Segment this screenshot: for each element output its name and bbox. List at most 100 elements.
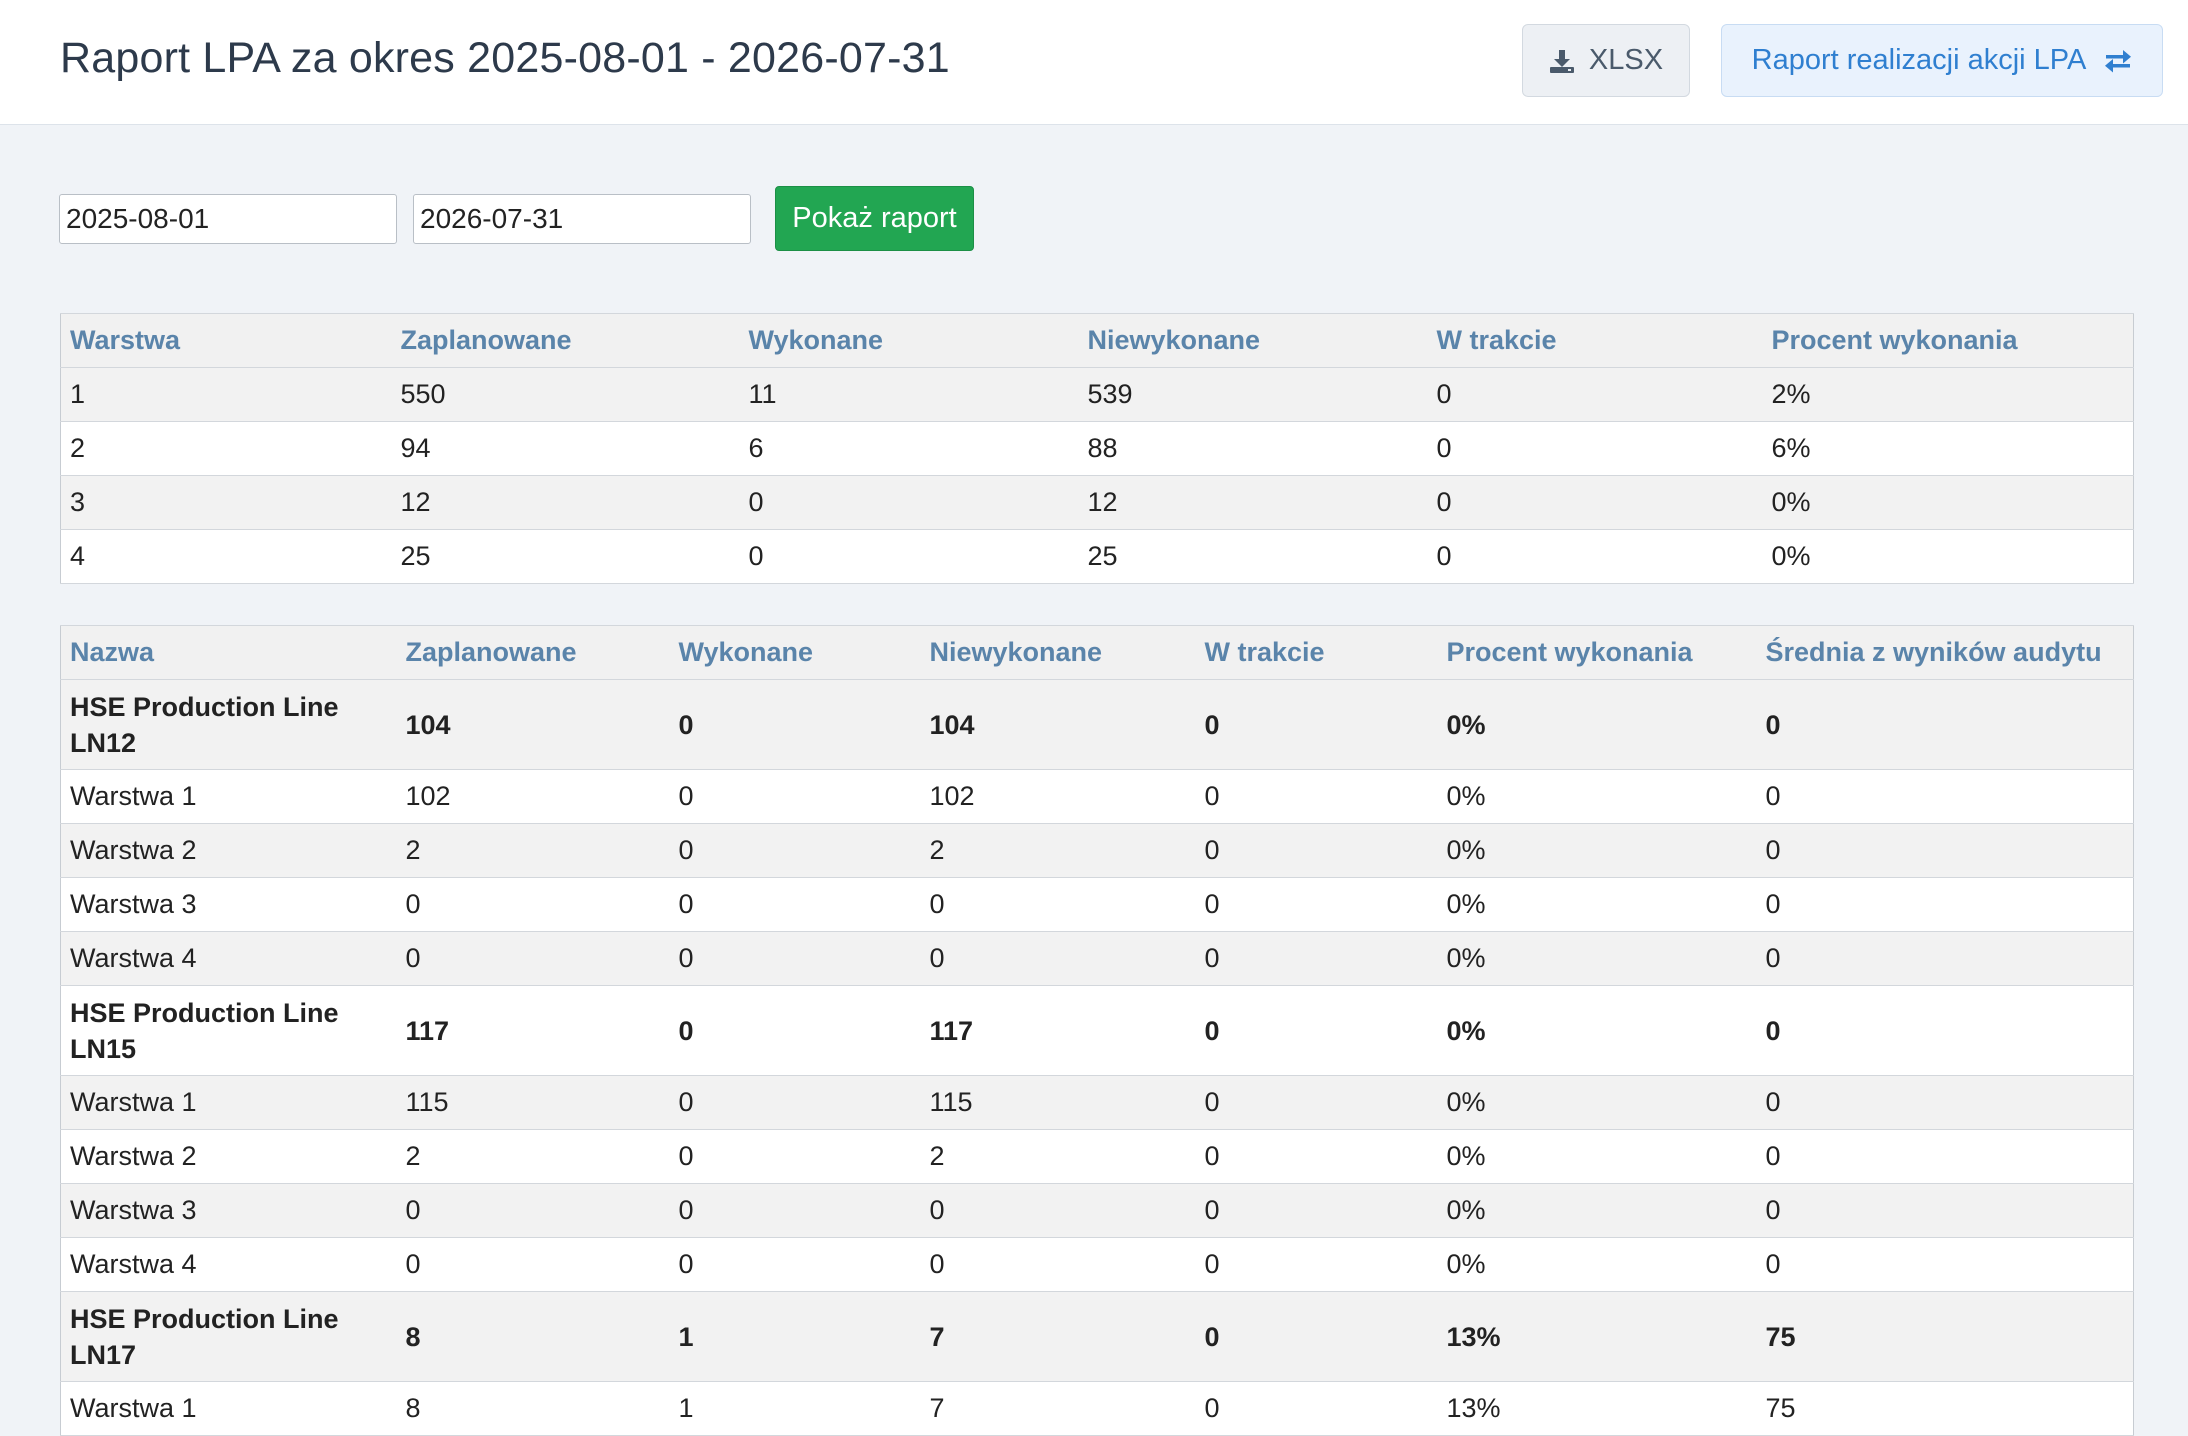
table-cell: 25 — [391, 529, 740, 584]
table-cell: HSE Production Line LN15 — [60, 985, 397, 1076]
table-cell: 0% — [1437, 1237, 1757, 1292]
top-header-bar: Raport LPA za okres 2025-08-01 - 2026-07… — [0, 0, 2188, 125]
table-cell: 0 — [1195, 877, 1438, 932]
table-cell: 117 — [396, 985, 670, 1076]
table-cell: 94 — [391, 421, 740, 476]
table-cell: 0 — [920, 1237, 1196, 1292]
lpa-action-report-label: Raport realizacji akcji LPA — [1751, 44, 2087, 76]
table-cell: 0 — [920, 877, 1196, 932]
table-cell: 0% — [1437, 1183, 1757, 1238]
table-cell: 2 — [396, 1129, 670, 1184]
show-report-button[interactable]: Pokaż raport — [775, 186, 974, 251]
table-cell: 0 — [1756, 877, 2134, 932]
table-cell: 1 — [60, 367, 392, 422]
table-cell: 0 — [669, 679, 921, 770]
table-row: Warstwa 2 2 0 2 0 0% 0 — [60, 823, 2134, 878]
table-cell: 0 — [669, 769, 921, 824]
column-header: Procent wykonania — [1762, 313, 2134, 368]
table-cell: Warstwa 2 — [60, 823, 397, 878]
table-cell: Warstwa 1 — [60, 769, 397, 824]
date-from-input[interactable] — [59, 194, 397, 244]
table-cell: 1 — [669, 1381, 921, 1436]
table-row: Warstwa 1 115 0 115 0 0% 0 — [60, 1075, 2134, 1130]
export-xlsx-button[interactable]: XLSX — [1522, 24, 1690, 97]
date-to-input[interactable] — [413, 194, 751, 244]
table-cell: Warstwa 1 — [60, 1075, 397, 1130]
table-row: Warstwa 1 102 0 102 0 0% 0 — [60, 769, 2134, 824]
table-cell: 12 — [1078, 475, 1428, 530]
column-header: Wykonane — [669, 625, 921, 680]
table-cell: 7 — [920, 1381, 1196, 1436]
column-header: Nazwa — [60, 625, 397, 680]
download-icon — [1549, 48, 1575, 74]
table-cell: 75 — [1756, 1381, 2134, 1436]
group-row: HSE Production Line LN17 8 1 7 0 13% 75 — [60, 1291, 2134, 1382]
table-cell: 0 — [1427, 367, 1763, 422]
table-row: Warstwa 1 8 1 7 0 13% 75 — [60, 1381, 2134, 1436]
table-cell: 0% — [1437, 985, 1757, 1076]
lpa-action-report-button[interactable]: Raport realizacji akcji LPA — [1721, 24, 2163, 97]
table-cell: 0 — [739, 529, 1079, 584]
table-cell: 0 — [1195, 1381, 1438, 1436]
table-cell: 0 — [1195, 931, 1438, 986]
table-row: Warstwa 4 0 0 0 0 0% 0 — [60, 931, 2134, 986]
table-cell: Warstwa 4 — [60, 931, 397, 986]
table-row: 3 12 0 12 0 0% — [60, 475, 2134, 530]
table-cell: 0 — [920, 931, 1196, 986]
swap-arrows-icon — [2104, 49, 2132, 73]
table-cell: 0% — [1437, 1075, 1757, 1130]
table-cell: 13% — [1437, 1291, 1757, 1382]
table-row: Warstwa 4 0 0 0 0 0% 0 — [60, 1237, 2134, 1292]
table-cell: 0% — [1762, 475, 2134, 530]
table-cell: 115 — [396, 1075, 670, 1130]
table-cell: 0 — [669, 823, 921, 878]
table-cell: 2% — [1762, 367, 2134, 422]
table-cell: 0 — [1756, 1129, 2134, 1184]
table-cell: 104 — [396, 679, 670, 770]
table-cell: 0 — [1195, 1183, 1438, 1238]
column-header: W trakcie — [1427, 313, 1763, 368]
table-cell: 25 — [1078, 529, 1428, 584]
table-row: Warstwa 2 2 0 2 0 0% 0 — [60, 1129, 2134, 1184]
column-header: Warstwa — [60, 313, 392, 368]
table-cell: Warstwa 1 — [60, 1381, 397, 1436]
table-cell: 0 — [669, 1129, 921, 1184]
table-cell: 88 — [1078, 421, 1428, 476]
table-cell: Warstwa 4 — [60, 1237, 397, 1292]
table-cell: 0 — [1756, 1075, 2134, 1130]
table-cell: 0 — [669, 877, 921, 932]
table-row: 4 25 0 25 0 0% — [60, 529, 2134, 584]
column-header: W trakcie — [1195, 625, 1438, 680]
table-cell: 0 — [669, 985, 921, 1076]
table-cell: 0% — [1437, 931, 1757, 986]
table-cell: 0% — [1762, 529, 2134, 584]
column-header: Wykonane — [739, 313, 1079, 368]
column-header: Zaplanowane — [391, 313, 740, 368]
table-cell: 0 — [1427, 421, 1763, 476]
table-cell: 0 — [669, 931, 921, 986]
table-cell: 0 — [396, 931, 670, 986]
table-cell: 115 — [920, 1075, 1196, 1130]
table-cell: 0 — [1195, 1237, 1438, 1292]
table-cell: 0 — [1427, 475, 1763, 530]
table-cell: 6% — [1762, 421, 2134, 476]
table-cell: 0 — [1756, 1237, 2134, 1292]
table-cell: 539 — [1078, 367, 1428, 422]
column-header: Średnia z wyników audytu — [1756, 625, 2134, 680]
table-cell: 0 — [1756, 823, 2134, 878]
table-cell: 102 — [396, 769, 670, 824]
table-cell: 4 — [60, 529, 392, 584]
table-cell: 0% — [1437, 877, 1757, 932]
table-cell: Warstwa 3 — [60, 877, 397, 932]
table-cell: 0 — [1195, 1075, 1438, 1130]
table-cell: 104 — [920, 679, 1196, 770]
table-cell: 2 — [920, 1129, 1196, 1184]
table-cell: 0 — [396, 1237, 670, 1292]
table-cell: HSE Production Line LN12 — [60, 679, 397, 770]
column-header: Procent wykonania — [1437, 625, 1757, 680]
column-header: Niewykonane — [1078, 313, 1428, 368]
layer-summary-table: Warstwa Zaplanowane Wykonane Niewykonane W t… — [60, 313, 2134, 584]
table-cell: HSE Production Line LN17 — [60, 1291, 397, 1382]
table-cell: 102 — [920, 769, 1196, 824]
table-cell: 0% — [1437, 679, 1757, 770]
